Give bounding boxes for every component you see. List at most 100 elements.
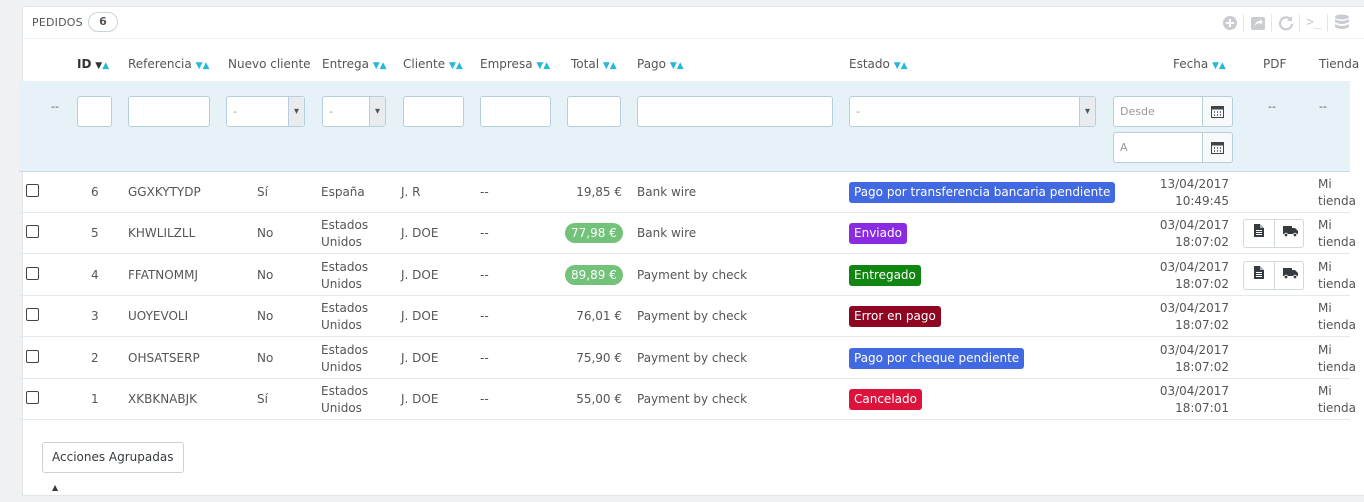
bulk-actions-button[interactable]: Acciones Agrupadas ▲ [42, 442, 184, 492]
order-date: 03/04/2017 18:07:02 [1159, 343, 1229, 374]
filter-referencia-input[interactable] [128, 96, 210, 127]
filter-empresa-input[interactable] [480, 96, 551, 127]
table-row[interactable]: 1 XKBKNABJK Sí Estados Unidos J. DOE -- 55,00 €… [19, 379, 1356, 420]
table-row[interactable]: 4 FFATNOMMJ No Estados Unidos J. DOE -- 89,89 €… [19, 255, 1356, 296]
pdf-buttons [1243, 261, 1304, 290]
order-delivery: Estados Unidos [321, 343, 369, 374]
order-company: -- [480, 268, 489, 282]
order-payment: Bank wire [637, 185, 697, 199]
order-shop: Mi tienda [1318, 301, 1356, 332]
filter-nuevo-cliente-select[interactable]: - ▾ [226, 96, 305, 127]
col-header-id[interactable]: ID ▼▲ [77, 57, 109, 71]
database-icon[interactable] [1331, 12, 1353, 34]
order-new-client: Sí [257, 185, 268, 199]
row-checkbox[interactable] [26, 391, 39, 404]
order-company: -- [480, 351, 489, 365]
row-checkbox[interactable] [26, 225, 39, 238]
order-client: J. DOE [401, 268, 439, 282]
chevron-down-icon: ▾ [369, 97, 385, 126]
filter-tienda-dash: -- [1319, 100, 1327, 113]
orders-count-badge: 6 [88, 12, 118, 32]
order-delivery: Estados Unidos [321, 218, 369, 249]
order-payment: Payment by check [637, 351, 748, 365]
order-total: 19,85 € [576, 185, 622, 199]
order-client: J. DOE [401, 309, 439, 323]
col-header-total[interactable]: Total ▼▲ [571, 57, 617, 71]
invoice-icon[interactable] [1244, 220, 1274, 247]
filter-cliente-input[interactable] [403, 96, 464, 127]
order-new-client: No [257, 226, 274, 240]
col-header-pago[interactable]: Pago ▼▲ [637, 57, 684, 71]
filter-fecha-a-input[interactable]: A [1113, 132, 1203, 163]
order-company: -- [480, 309, 489, 323]
chevron-down-icon: ▾ [1079, 97, 1095, 126]
filter-estado-select[interactable]: - ▾ [849, 96, 1096, 127]
terminal-icon[interactable]: >_ [1303, 12, 1325, 34]
order-payment: Payment by check [637, 309, 748, 323]
col-header-nuevo-cliente: Nuevo cliente [228, 57, 311, 71]
order-total: 76,01 € [576, 309, 622, 323]
panel-toolbar: >_ [1219, 12, 1359, 36]
order-shop: Mi tienda [1318, 343, 1356, 374]
order-status-badge: Enviado [849, 223, 907, 244]
delivery-truck-icon[interactable] [1275, 220, 1305, 247]
table-row[interactable]: 6 GGXKYTYDP Sí España J. R -- 19,85 € Bank wire… [19, 172, 1356, 213]
order-date: 03/04/2017 18:07:02 [1159, 260, 1229, 291]
order-id: 4 [91, 268, 99, 282]
order-new-client: Sí [257, 392, 268, 406]
filter-fecha-desde-input[interactable]: Desde [1113, 96, 1203, 127]
row-checkbox[interactable] [26, 308, 39, 321]
order-payment: Payment by check [637, 268, 748, 282]
order-status-badge: Cancelado [849, 389, 922, 410]
order-client: J. DOE [401, 392, 439, 406]
calendar-icon[interactable] [1203, 132, 1233, 163]
calendar-icon[interactable] [1203, 96, 1233, 127]
col-header-entrega[interactable]: Entrega ▼▲ [322, 57, 387, 71]
filter-pago-input[interactable] [637, 96, 833, 127]
row-checkbox[interactable] [26, 350, 39, 363]
chevron-down-icon: ▾ [288, 97, 304, 126]
order-client: J. R [401, 185, 421, 199]
order-id: 5 [91, 226, 99, 240]
order-new-client: No [257, 268, 274, 282]
col-header-referencia[interactable]: Referencia ▼▲ [128, 57, 209, 71]
row-checkbox[interactable] [26, 267, 39, 280]
order-new-client: No [257, 309, 274, 323]
filter-entrega-select[interactable]: - ▾ [322, 96, 386, 127]
order-date: 03/04/2017 18:07:01 [1159, 384, 1229, 415]
order-total: 89,89 € [565, 265, 623, 285]
refresh-icon[interactable] [1275, 12, 1297, 34]
order-id: 1 [91, 392, 99, 406]
col-header-cliente[interactable]: Cliente ▼▲ [403, 57, 463, 71]
filter-id-input[interactable] [77, 96, 112, 127]
table-row[interactable]: 3 UOYEVOLI No Estados Unidos J. DOE -- 76,01 € P… [19, 296, 1356, 337]
order-new-client: No [257, 351, 274, 365]
order-date: 03/04/2017 18:07:02 [1159, 218, 1229, 249]
order-delivery: España [321, 185, 365, 199]
order-total: 55,00 € [576, 392, 622, 406]
panel-header: PEDIDOS 6 >_ [23, 7, 1364, 39]
order-company: -- [480, 226, 489, 240]
invoice-icon[interactable] [1244, 262, 1274, 289]
order-status-badge: Pago por cheque pendiente [849, 348, 1025, 369]
col-header-fecha[interactable]: Fecha ▼▲ [1173, 57, 1226, 71]
delivery-truck-icon[interactable] [1275, 262, 1305, 289]
order-shop: Mi tienda [1318, 260, 1356, 291]
order-client: J. DOE [401, 226, 439, 240]
order-id: 6 [91, 185, 99, 199]
table-row[interactable]: 2 OHSATSERP No Estados Unidos J. DOE -- 75,90 €… [19, 338, 1356, 379]
filter-total-input[interactable] [567, 96, 621, 127]
export-icon[interactable] [1247, 12, 1269, 34]
row-checkbox[interactable] [26, 184, 39, 197]
order-reference: KHWLILZLL [128, 226, 196, 240]
order-status-badge: Error en pago [849, 306, 941, 327]
order-status-badge: Entregado [849, 265, 921, 286]
add-icon[interactable] [1219, 12, 1241, 34]
pdf-buttons [1243, 219, 1304, 248]
col-header-estado[interactable]: Estado ▼▲ [849, 57, 908, 71]
col-header-tienda: Tienda [1319, 57, 1360, 71]
order-delivery: Estados Unidos [321, 301, 369, 332]
order-id: 3 [91, 309, 99, 323]
col-header-empresa[interactable]: Empresa ▼▲ [480, 57, 550, 71]
table-row[interactable]: 5 KHWLILZLL No Estados Unidos J. DOE -- 77,98 €… [19, 213, 1356, 254]
